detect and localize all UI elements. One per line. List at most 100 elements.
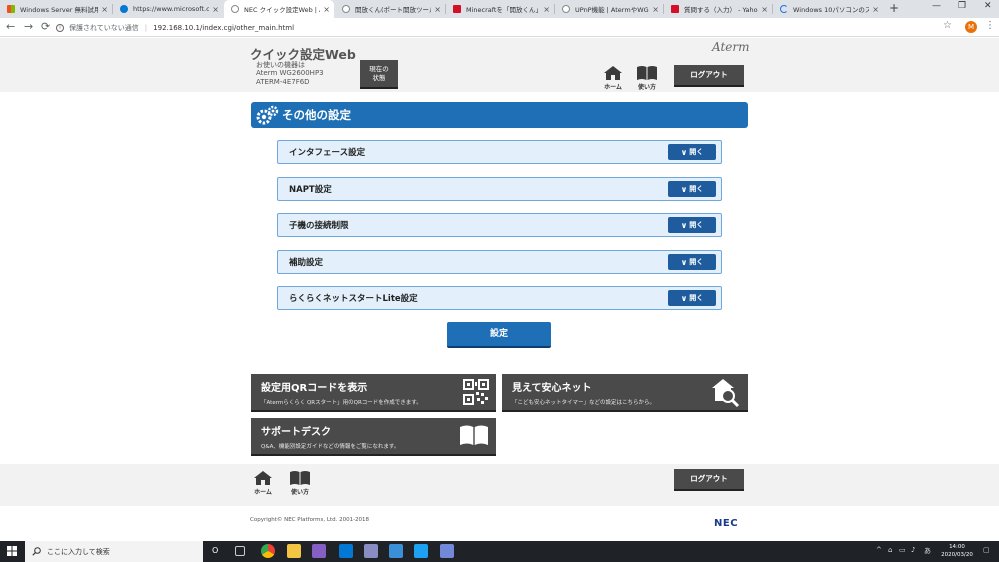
yahoo-icon	[671, 5, 679, 13]
mieru-anshin-net-card[interactable]: 見えて安心ネット 「こども安心ネットタイマー」などの設定はこちらから。	[502, 374, 748, 412]
section-title: その他の設定	[251, 102, 748, 128]
book-icon	[460, 425, 488, 445]
taskbar: ここに入力して検索 O ^ ⌂ ▭ ♪ あ ▢	[0, 541, 999, 562]
store-icon[interactable]	[389, 544, 403, 558]
chrome-icon[interactable]	[261, 544, 275, 558]
url-text[interactable]: 192.168.10.1/index.cgi/other_main.html	[153, 24, 294, 32]
settings-row-netstart-lite[interactable]: らくらくネットスタートLite設定 ∨ 開く	[277, 286, 722, 310]
house-search-icon	[712, 379, 740, 407]
twitter-icon[interactable]	[414, 544, 428, 558]
book-icon	[637, 66, 657, 80]
browser-tab[interactable]: 質問する（入力） - Yahoo!知 ×	[664, 0, 772, 18]
support-desk-card[interactable]: サポートデスク Q&A、機能別設定ガイドなどの情報をご覧になれます。	[251, 418, 496, 456]
reload-icon[interactable]: ⟳	[41, 20, 50, 33]
app-icon[interactable]	[364, 544, 378, 558]
close-tab-icon[interactable]: ×	[543, 5, 550, 14]
page-icon	[562, 5, 570, 13]
settings-row-napt[interactable]: NAPT設定 ∨ 開く	[277, 177, 722, 201]
forward-icon[interactable]: →	[24, 20, 33, 33]
windows-logo-icon	[7, 5, 15, 13]
gears-icon	[256, 105, 279, 125]
browser-tab[interactable]: UPnP機能 | AtermやWG26 ×	[555, 0, 663, 18]
manual-button[interactable]: 使い方	[634, 65, 660, 91]
new-tab-button[interactable]: +	[889, 1, 899, 15]
footer-logout-button[interactable]: ログアウト	[674, 469, 744, 491]
settings-row-interface[interactable]: インタフェース設定 ∨ 開く	[277, 140, 722, 164]
taskbar-clock[interactable]: 14:00 2020/03/20	[937, 543, 977, 559]
tray-chevron-icon[interactable]: ^	[876, 546, 882, 554]
page-icon	[342, 5, 350, 13]
chevron-down-icon: ∨	[680, 147, 688, 157]
page-footer	[0, 464, 999, 506]
close-tab-icon[interactable]: ×	[652, 5, 659, 14]
apply-settings-button[interactable]: 設定	[447, 322, 551, 348]
close-tab-icon[interactable]: ×	[761, 5, 768, 14]
qr-code-card[interactable]: 設定用QRコードを表示 「Atermらくらく QRスタート」用のQRコードを作成…	[251, 374, 496, 412]
close-tab-icon[interactable]: ×	[101, 5, 108, 14]
volume-icon[interactable]: ♪	[911, 546, 915, 554]
chat-app-icon[interactable]	[440, 544, 454, 558]
close-tab-icon[interactable]: ×	[212, 5, 219, 14]
open-button[interactable]: ∨ 開く	[668, 254, 716, 270]
browser-tab[interactable]: Windows Server 無料試用版 ×	[0, 0, 112, 18]
taskbar-search-box[interactable]: ここに入力して検索	[25, 541, 203, 562]
security-status[interactable]: 保護されていない通信	[69, 23, 139, 33]
browser-tab[interactable]: https://www.microsoft.com/ ×	[113, 0, 223, 18]
chevron-down-icon: ∨	[680, 220, 688, 230]
mail-icon[interactable]	[339, 544, 353, 558]
aterm-logo: Aterm	[712, 40, 750, 54]
url-field[interactable]: i 保護されていない通信 | 192.168.10.1/index.cgi/ot…	[56, 20, 934, 35]
bookmark-star-icon[interactable]: ☆	[943, 20, 952, 31]
browser-tab[interactable]: 開放くん(ポート開放ツール) ×	[335, 0, 445, 18]
globe-icon	[120, 5, 128, 13]
loading-spinner-icon	[780, 5, 788, 13]
logout-button[interactable]: ログアウト	[674, 65, 744, 87]
minimize-button[interactable]: —	[932, 1, 941, 11]
close-tab-icon[interactable]: ×	[872, 5, 879, 14]
home-icon	[604, 66, 622, 80]
open-button[interactable]: ∨ 開く	[668, 181, 716, 197]
open-button[interactable]: ∨ 開く	[668, 290, 716, 306]
browser-tab-active[interactable]: NEC クイック設定Web | Aterm ×	[224, 0, 334, 18]
back-icon[interactable]: ←	[6, 20, 15, 33]
settings-row-client-limit[interactable]: 子機の接続制限 ∨ 開く	[277, 213, 722, 237]
network-icon[interactable]: ⌂	[888, 546, 892, 554]
ime-indicator[interactable]: あ	[924, 546, 931, 556]
qr-code-icon	[463, 379, 489, 405]
browser-tab[interactable]: Minecraftを「開放くん」を使用 ×	[446, 0, 554, 18]
close-tab-icon[interactable]: ×	[323, 5, 330, 14]
footer-manual-button[interactable]: 使い方	[287, 470, 313, 496]
yahoo-icon	[453, 5, 461, 13]
device-name: ATERM-4E7F6D	[256, 78, 310, 86]
open-button[interactable]: ∨ 開く	[668, 217, 716, 233]
battery-icon[interactable]: ▭	[899, 546, 906, 554]
address-bar: ← → ⟳ i 保護されていない通信 | 192.168.10.1/index.…	[0, 18, 999, 37]
open-button[interactable]: ∨ 開く	[668, 144, 716, 160]
cortana-icon[interactable]: O	[212, 546, 218, 555]
copyright-text: Copyright© NEC Platforms, Ltd. 2001-2018	[250, 517, 370, 523]
task-view-icon[interactable]	[235, 546, 245, 556]
file-explorer-icon[interactable]	[287, 544, 301, 558]
browser-tab-strip: Windows Server 無料試用版 × https://www.micro…	[0, 0, 999, 18]
info-icon[interactable]: i	[56, 23, 64, 32]
profile-avatar[interactable]: M	[965, 21, 977, 33]
book-icon	[290, 471, 310, 485]
device-model: Aterm WG2600HP3	[256, 69, 324, 77]
nec-logo: NEC	[714, 518, 739, 529]
search-icon	[32, 547, 41, 556]
close-window-button[interactable]: ✕	[984, 1, 992, 11]
home-button[interactable]: ホーム	[600, 65, 626, 91]
chevron-down-icon: ∨	[680, 257, 688, 267]
home-icon	[254, 471, 272, 485]
chevron-down-icon: ∨	[680, 293, 688, 303]
menu-kebab-icon[interactable]: ⋮	[985, 20, 995, 31]
footer-home-button[interactable]: ホーム	[250, 470, 276, 496]
maximize-button[interactable]: ❐	[958, 1, 966, 11]
browser-tab[interactable]: Windows 10パソコンのスクリー ×	[773, 0, 883, 18]
settings-row-auxiliary[interactable]: 補助設定 ∨ 開く	[277, 250, 722, 274]
current-status-button[interactable]: 現在の 状態	[360, 60, 398, 89]
visual-studio-icon[interactable]	[312, 544, 326, 558]
close-tab-icon[interactable]: ×	[434, 5, 441, 14]
windows-start-icon[interactable]	[7, 546, 17, 556]
notification-icon[interactable]: ▢	[983, 546, 990, 554]
